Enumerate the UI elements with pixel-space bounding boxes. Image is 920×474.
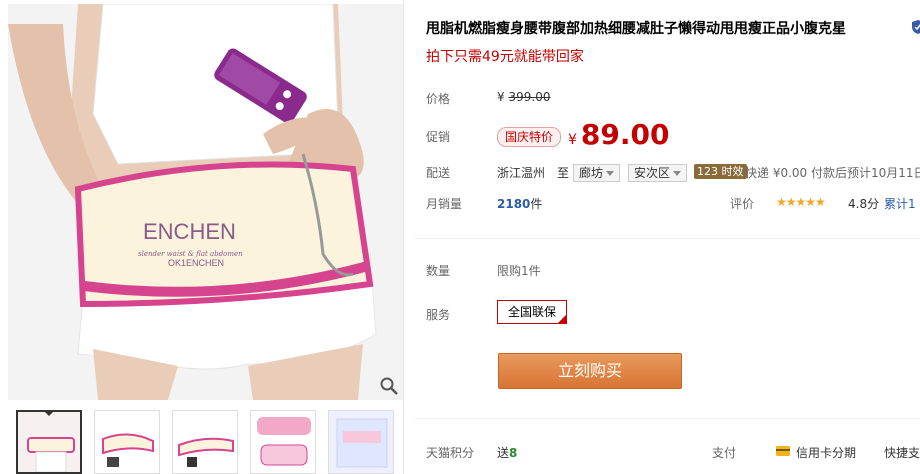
rating-stars: ★★★★★ (776, 195, 826, 209)
tmall-points-label: 天猫积分 (426, 446, 475, 460)
divider-line-bottom (415, 418, 920, 419)
quick-pay-link[interactable]: 快捷支 (884, 444, 920, 461)
main-product-image[interactable]: ENCHEN slender waist & flat abdomen OK1E… (8, 4, 403, 400)
thumbnail-2[interactable] (94, 410, 160, 474)
tmall-points: 送8 (497, 446, 518, 460)
product-title: 甩脂机燃脂瘦身腰带腹部加热细腰减肚子懒得动甩甩瘦正品小腹克星 (426, 21, 846, 37)
total-reviews-link[interactable]: 累计1 (884, 195, 916, 212)
promo-badge: 国庆特价 (497, 127, 562, 147)
original-price: ¥ 399.00 (497, 90, 551, 104)
delivery-time-badge: 123 时效 (694, 164, 747, 179)
credit-installment-link[interactable]: 信用卡分期 (796, 444, 856, 461)
service-label: 服务 (426, 308, 451, 322)
promo-label: 促销 (426, 130, 451, 144)
quantity-limit: 限购1件 (497, 264, 541, 278)
thumbnail-strip (8, 410, 403, 474)
delivery-label: 配送 (426, 166, 451, 180)
shipping-info: 快递 ¥0.00 付款后预计10月11日 (745, 166, 920, 180)
delivery-to: 至 (557, 166, 570, 180)
promo-price: ¥89.00 (568, 118, 670, 151)
monthly-sales: 2180件 (497, 197, 543, 211)
service-option-national-warranty[interactable]: 全国联保 ✓ (497, 300, 567, 324)
city-select[interactable]: 廊坊 (573, 164, 621, 182)
zoom-icon[interactable] (379, 376, 399, 396)
payment-label: 支付 (712, 446, 737, 460)
rating-score: 4.8分 (848, 197, 880, 211)
buy-now-button[interactable]: 立刻购买 (498, 353, 682, 389)
thumbnail-5[interactable] (328, 410, 394, 474)
delivery-origin: 浙江温州 (497, 166, 546, 180)
thumbnail-4[interactable] (250, 410, 316, 474)
district-select[interactable]: 安次区 (628, 164, 688, 182)
svg-text:slender waist & flat abdomen: slender waist & flat abdomen (138, 250, 243, 258)
product-subtitle: 拍下只需49元就能带回家 (426, 49, 584, 65)
belt-brand: ENCHEN (143, 219, 236, 244)
quantity-label: 数量 (426, 264, 451, 278)
divider-line (415, 238, 920, 239)
rating-label: 评价 (730, 197, 755, 211)
price-label: 价格 (426, 92, 451, 106)
shield-icon (912, 20, 920, 34)
svg-text:OK1ENCHEN: OK1ENCHEN (168, 258, 224, 268)
check-icon: ✓ (559, 309, 566, 318)
thumbnail-1[interactable] (16, 410, 82, 474)
divider (403, 0, 404, 474)
monthly-sales-label: 月销量 (426, 197, 463, 211)
credit-card-icon (776, 446, 790, 456)
thumbnail-3[interactable] (172, 410, 238, 474)
